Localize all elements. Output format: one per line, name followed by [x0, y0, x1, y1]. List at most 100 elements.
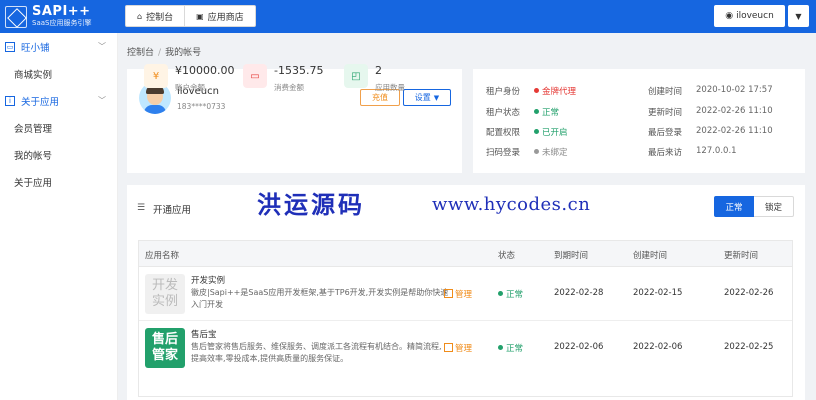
user-icon: ◉: [725, 11, 734, 21]
app-description: 售后管家将售后服务、维保服务、调度派工各流程有机结合。精简流程,提高效率,零投成…: [191, 342, 442, 363]
table-row: 开发实例 开发实例 徽皮|Sapi++是SaaS应用开发框架,基于TP6开发,开…: [139, 267, 792, 321]
user-menu-button[interactable]: ◉ iloveucn: [714, 5, 785, 27]
sidebar-group-label: 旺小铺: [21, 42, 50, 54]
table-header: 应用名称 状态 到期时间 创建时间 更新时间: [139, 241, 792, 267]
sidebar-item-label: 关于应用: [14, 177, 53, 189]
filter-locked-button[interactable]: 锁定: [754, 196, 794, 217]
breadcrumb-home[interactable]: 控制台: [127, 48, 154, 58]
watermark-url: www.hycodes.cn: [432, 194, 591, 215]
apps-title: 开通应用: [153, 205, 192, 216]
manage-link[interactable]: 管理: [444, 342, 472, 354]
created-date: 2022-02-15: [633, 288, 683, 298]
apps-value: 2: [375, 64, 382, 77]
last-visit-value: 127.0.0.1: [696, 146, 737, 156]
expire-date: 2022-02-28: [554, 288, 604, 298]
last-login-row: 最后登录 2022-02-26 11:10: [648, 126, 773, 138]
shop-icon: ▭: [5, 41, 15, 52]
caret-down-icon: ▼: [433, 93, 440, 102]
scan-login-value: 未绑定: [542, 148, 568, 158]
home-icon: ⌂: [137, 11, 143, 21]
card-icon: ▭: [243, 64, 267, 88]
chevron-down-icon: ﹀: [98, 42, 106, 51]
updated-value: 2022-02-26 11:10: [696, 106, 773, 116]
app-store-label: 应用商店: [207, 12, 244, 23]
updated-row: 更新时间 2022-02-26 11:10: [648, 106, 773, 118]
consume-value: -1535.75: [274, 64, 324, 77]
updated-date: 2022-02-26: [724, 288, 774, 298]
opened-apps-card: ☰ 开通应用 洪运源码 www.hycodes.cn 正常 锁定 应用名称 状态…: [127, 185, 805, 400]
brand-subtitle: SaaS应用服务引擎: [32, 19, 92, 27]
chevron-down-icon: ﹀: [98, 96, 106, 105]
top-header: SAPI++ SaaS应用服务引擎 ⌂ 控制台 ▣ 应用商店 ◉ iloveuc…: [0, 0, 816, 33]
apps-table: 应用名称 状态 到期时间 创建时间 更新时间 开发实例 开发实例 徽皮|Sapi…: [138, 240, 793, 397]
tenant-status-value: 正常: [542, 108, 560, 118]
app-thumbnail: 售后管家: [145, 328, 185, 368]
manage-icon: [444, 343, 453, 352]
status-badge: 正常: [498, 342, 523, 354]
sidebar-item-my-account[interactable]: 我的帐号: [0, 141, 117, 168]
app-store-button[interactable]: ▣ 应用商店: [185, 5, 256, 27]
updated-date: 2022-02-25: [724, 342, 774, 352]
watermark-text: 洪运源码: [257, 190, 365, 219]
identity-value: 金牌代理: [542, 87, 577, 97]
settings-label: 设置: [414, 93, 431, 102]
consume-label: 消费金额: [274, 83, 304, 92]
list-icon: ☰: [137, 203, 146, 213]
breadcrumb: 控制台 / 我的帐号: [127, 48, 202, 58]
last-visit-row: 最后来访 127.0.0.1: [648, 146, 737, 158]
expire-date: 2022-02-06: [554, 342, 604, 352]
col-created: 创建时间: [633, 251, 668, 261]
app-name: 售后宝: [191, 330, 217, 340]
balance-value: ¥10000.00: [175, 64, 235, 77]
created-date: 2022-02-06: [633, 342, 683, 352]
sidebar-group-shop[interactable]: ▭ 旺小铺 ﹀: [0, 33, 117, 60]
user-dropdown-button[interactable]: ▼: [788, 5, 809, 27]
sidebar-item-about[interactable]: 关于应用: [0, 168, 117, 195]
profile-phone: 183****0733: [177, 102, 226, 111]
balance-label: 账户余额: [175, 83, 205, 92]
manage-link[interactable]: 管理: [444, 288, 472, 300]
tenant-status-row: 租户状态 正常: [486, 108, 560, 118]
app-name: 开发实例: [191, 276, 226, 286]
sidebar-item-label: 会员管理: [14, 123, 53, 135]
permission-row: 配置权限 已开启: [486, 128, 568, 138]
sidebar: ▭ 旺小铺 ﹀ 商城实例 i 关于应用 ﹀ 会员管理 我的帐号 关于应用: [0, 33, 118, 400]
identity-row: 租户身份 金牌代理: [486, 87, 577, 97]
logo-icon: [5, 5, 27, 28]
col-updated: 更新时间: [724, 251, 759, 261]
brand-title: SAPI++: [32, 4, 91, 19]
status-filter: 正常 锁定: [714, 196, 794, 217]
col-status: 状态: [498, 251, 516, 261]
brand-logo[interactable]: SAPI++ SaaS应用服务引擎: [0, 0, 118, 33]
store-icon: ▣: [196, 11, 204, 21]
created-row: 创建时间 2020-10-02 17:57: [648, 85, 773, 97]
breadcrumb-current: 我的帐号: [165, 48, 202, 58]
user-name: iloveucn: [736, 11, 774, 21]
sidebar-item-label: 商城实例: [14, 69, 53, 81]
sidebar-group-label: 关于应用: [21, 96, 60, 108]
settings-button[interactable]: 设置 ▼: [403, 89, 451, 106]
sidebar-item-members[interactable]: 会员管理: [0, 114, 117, 141]
status-badge: 正常: [498, 288, 523, 300]
permission-value: 已开启: [542, 128, 568, 138]
caret-down-icon: ▼: [795, 11, 802, 21]
sidebar-group-about-app[interactable]: i 关于应用 ﹀: [0, 87, 117, 114]
apps-label: 应用数量: [375, 83, 405, 92]
col-expire: 到期时间: [554, 251, 589, 261]
app-description: 徽皮|Sapi++是SaaS应用开发框架,基于TP6开发,开发实例是帮助你快速入…: [191, 288, 449, 309]
manage-icon: [444, 289, 453, 298]
scan-login-row: 扫码登录 未绑定: [486, 148, 568, 158]
app-count-icon: ◰: [344, 64, 368, 88]
app-thumbnail: 开发实例: [145, 274, 185, 314]
sidebar-item-mall-instance[interactable]: 商城实例: [0, 60, 117, 87]
console-label: 控制台: [146, 12, 174, 23]
top-nav: ⌂ 控制台 ▣ 应用商店: [125, 5, 256, 27]
info-icon: i: [5, 95, 15, 106]
last-login-value: 2022-02-26 11:10: [696, 126, 773, 136]
filter-normal-button[interactable]: 正常: [714, 196, 754, 217]
col-app-name: 应用名称: [145, 251, 180, 261]
sidebar-item-label: 我的帐号: [14, 150, 53, 162]
created-value: 2020-10-02 17:57: [696, 85, 773, 95]
console-button[interactable]: ⌂ 控制台: [125, 5, 186, 27]
yen-icon: ¥: [144, 64, 168, 88]
